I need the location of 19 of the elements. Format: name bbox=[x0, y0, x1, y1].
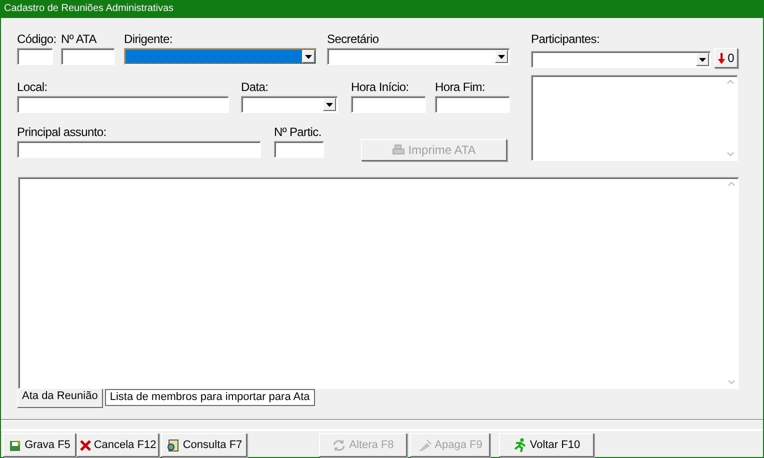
field-label: Principal assunto: bbox=[17, 125, 108, 139]
field-label: Participantes: bbox=[531, 32, 601, 46]
field-label: Hora Início: bbox=[351, 80, 410, 94]
field-label: Secretário bbox=[327, 32, 380, 46]
tab[interactable]: Lista de membros para importar para Ata bbox=[104, 389, 315, 406]
window-title: Cadastro de Reuniões Administrativas bbox=[0, 0, 764, 18]
field-label: Dirigente: bbox=[124, 32, 174, 46]
field-label: Nº Partic. bbox=[274, 125, 322, 139]
field-label: Data: bbox=[241, 80, 270, 94]
toolbar-button[interactable]: Consulta F7 bbox=[161, 433, 247, 457]
toolbar-button[interactable]: Cancela F12 bbox=[77, 433, 159, 457]
field-label: Hora Fim: bbox=[435, 80, 486, 94]
field-label: Código: bbox=[17, 32, 53, 46]
add-participant-button[interactable]: 0 bbox=[714, 48, 738, 68]
tab[interactable]: Ata da Reunião bbox=[17, 389, 103, 408]
toolbar-button[interactable]: Grava F5 bbox=[3, 433, 76, 457]
field-label: Nº ATA bbox=[61, 32, 98, 46]
toolbar-button[interactable]: Voltar F10 bbox=[499, 433, 594, 457]
field-label: Local: bbox=[17, 80, 48, 94]
